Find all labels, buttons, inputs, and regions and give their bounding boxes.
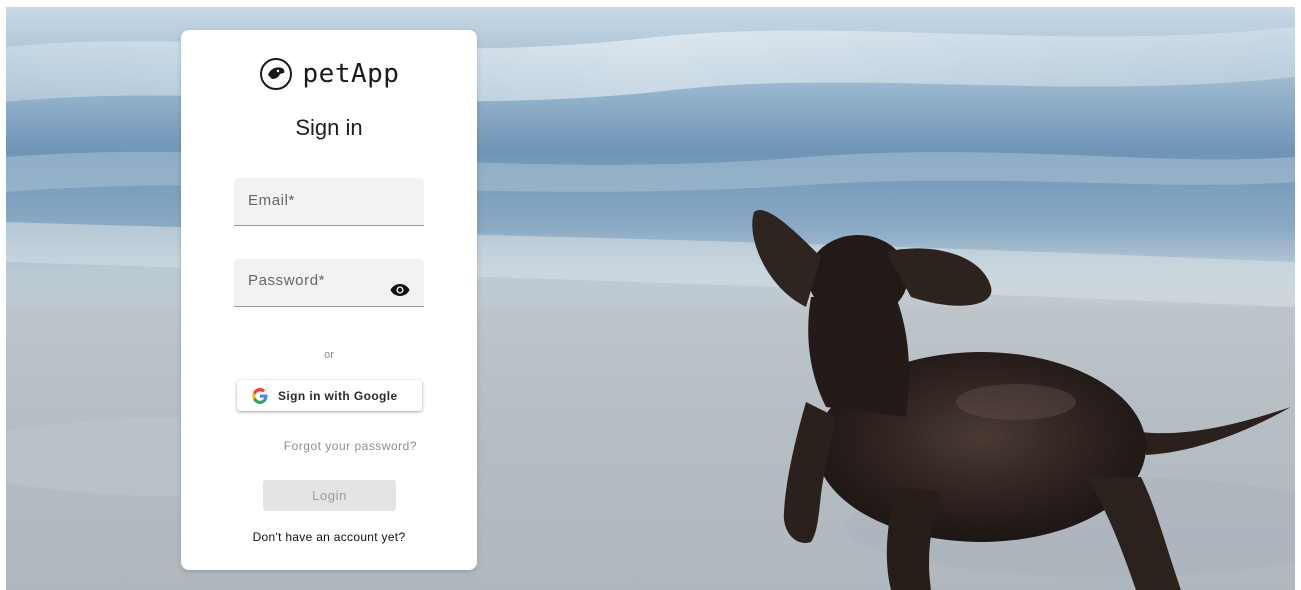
dog-face-logo-icon: [259, 58, 292, 90]
google-g-icon: [252, 387, 268, 404]
login-card: petApp Sign in or Sign in with Google: [181, 30, 477, 570]
password-field-container: [234, 259, 424, 307]
google-sign-in-label: Sign in with Google: [278, 388, 398, 403]
eye-icon[interactable]: [390, 283, 410, 297]
page-title: Sign in: [295, 115, 363, 140]
google-sign-in-button[interactable]: Sign in with Google: [237, 380, 422, 411]
login-button[interactable]: Login: [263, 480, 396, 511]
login-page: petApp Sign in or Sign in with Google: [6, 7, 1295, 590]
forgot-password-link[interactable]: Forgot your password?: [284, 439, 417, 453]
divider-text: or: [324, 349, 334, 361]
email-field-container: [234, 178, 424, 226]
signup-link[interactable]: Don't have an account yet?: [181, 530, 477, 544]
email-field[interactable]: [234, 178, 424, 225]
brand-header: petApp: [181, 56, 477, 92]
brand-name: petApp: [302, 59, 400, 89]
